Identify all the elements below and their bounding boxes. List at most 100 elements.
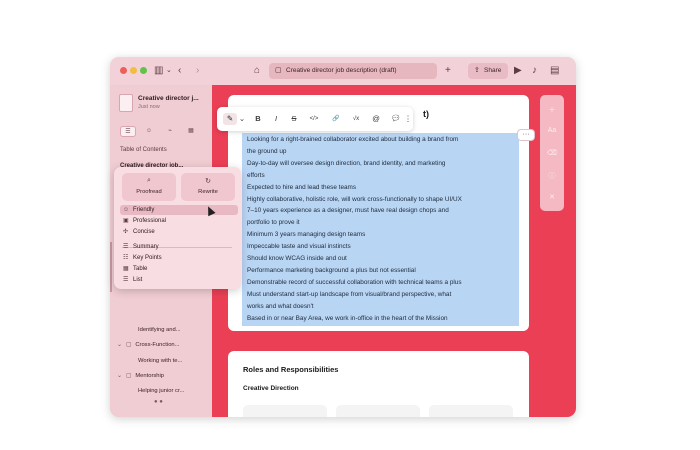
title-bar: ▥ ⌄ ‹ › ⌂ ▢ Creative director job descri… [110,57,576,85]
sidebar-item-working-with[interactable]: Working with te... [138,358,182,364]
sidebar-scrollbar[interactable] [110,242,112,292]
home-icon[interactable]: ⌂ [254,64,260,77]
back-icon[interactable]: ‹ [178,64,181,77]
bold-icon[interactable]: B [251,113,265,125]
friendly-option[interactable]: ☺ Friendly [120,205,238,215]
roles-heading: Roles and Responsibilities [243,365,339,374]
sidebar-item-label: Mentorship [135,373,165,379]
sidebar-item-label: Working with te... [138,358,183,364]
close-window-button[interactable] [120,67,127,74]
document-thumbnail[interactable] [119,94,133,112]
selected-text-line[interactable]: Looking for a right-brained collaborator… [247,135,458,145]
table-label: Table [133,266,148,272]
mention-icon[interactable]: @ [369,113,383,125]
list-option[interactable]: ☰ List [120,275,238,285]
present-icon[interactable]: ▶ [514,64,522,77]
disclosure-chevron-icon[interactable]: ⌄ [117,373,122,379]
selected-text-line[interactable]: Impeccable taste and visual instincts [247,242,351,252]
table-icon: ▦ [123,266,129,272]
selected-text-line[interactable]: the ground up [247,147,286,157]
link-icon[interactable]: 🔗 [329,113,343,125]
italic-icon[interactable]: I [269,113,283,125]
table-option[interactable]: ▦ Table [120,264,238,274]
content-tile[interactable] [429,405,513,417]
share-label: Share [484,67,502,74]
sidebar-toggle-icon[interactable]: ▥ [154,64,163,77]
disclosure-chevron-icon[interactable]: ⌄ [117,342,122,348]
calendar-view-icon[interactable]: ▦ [183,126,199,137]
rewrite-icon: ↻ [205,178,211,185]
concise-icon: ✣ [123,229,129,235]
sidebar-item-label: Helping junior cr... [138,388,185,394]
notifications-off-icon[interactable]: ♪ [532,64,537,77]
magnifier-icon: ⌕ [147,177,151,184]
forward-icon[interactable]: › [196,64,199,77]
selected-text-line[interactable]: Day-to-day will oversee design direction… [247,159,445,169]
minimize-window-button[interactable] [130,67,137,74]
page-dots-icon[interactable]: ● ● [154,399,163,405]
sidebar-item-label: Cross-Function... [135,342,180,348]
window-layout-icon[interactable]: ▤ [550,64,559,77]
concise-option[interactable]: ✣ Concise [120,227,238,237]
summary-label: Summary [133,244,159,250]
chevron-down-icon[interactable]: ⌄ [235,113,249,125]
selected-text-line[interactable]: 7–10 years experience as a designer, mus… [247,206,449,216]
share-button[interactable]: ⇪ Share [468,63,508,79]
smiley-icon: ☺ [123,207,130,213]
rewrite-label: Rewrite [198,189,218,195]
selected-text-line[interactable]: works and what doesn't [247,302,314,312]
sidebar-document-title[interactable]: Creative director j... [138,95,199,102]
close-icon[interactable]: ✕ [540,193,564,201]
selected-text-line[interactable]: portfolio to prove it [247,218,300,228]
selected-text-line[interactable]: efforts [247,171,265,181]
selected-text-line[interactable]: Based in or near Bay Area, we work in-of… [247,314,448,324]
sidebar-item-cross-functional[interactable]: ⌄ ▢ Cross-Function... [117,342,179,348]
sidebar-item-helping-junior[interactable]: Helping junior cr... [138,388,184,394]
selected-text-line[interactable]: Demonstrable record of successful collab… [247,278,462,288]
roles-card[interactable]: Roles and Responsibilities Creative Dire… [228,351,529,417]
text-style-icon[interactable]: Aa [540,127,564,134]
summary-option[interactable]: ☰ Summary [120,242,238,252]
sidebar-item-mentorship[interactable]: ⌄ ▢ Mentorship [117,373,164,379]
content-tile[interactable] [243,405,327,417]
chevron-down-icon[interactable]: ⌄ [166,64,172,77]
selected-text-line[interactable]: Minimum 3 years managing design teams [247,230,365,240]
math-icon[interactable]: √x [349,113,363,125]
selected-text-line[interactable]: Expected to hire and lead these teams [247,183,356,193]
professional-option[interactable]: ▣ Professional [120,216,238,226]
document-tab-title: Creative director job description (draft… [286,67,397,74]
zoom-window-button[interactable] [140,67,147,74]
sidebar-item-label: Identifying and... [138,327,181,333]
doc-small-icon: ▢ [125,373,132,379]
key-points-label: Key Points [133,255,162,261]
add-tab-icon[interactable]: + [445,64,451,77]
selected-text-line[interactable]: Must understand start-up landscape from … [247,290,451,300]
sidebar-document-subtitle: Just now [138,104,160,110]
attachments-view-icon[interactable]: ⌁ [162,126,178,137]
plus-icon[interactable]: ＋ [540,105,564,115]
selected-text-line[interactable]: Highly collaborative, holistic role, wil… [247,195,462,205]
sidebar-item-identifying[interactable]: Identifying and... [138,327,181,333]
more-icon[interactable]: ⋮ [401,113,415,125]
document-tab[interactable]: ▢ Creative director job description (dra… [269,63,437,79]
professional-label: Professional [133,218,167,224]
comments-view-icon[interactable]: ☺ [141,126,157,137]
document-canvas: t) Looking for a right-brained collabora… [212,85,576,417]
key-points-option[interactable]: ☷ Key Points [120,253,238,263]
rewrite-button[interactable]: ↻ Rewrite [181,173,235,201]
strikethrough-icon[interactable]: S [287,113,301,125]
outline-view-icon[interactable]: ☰ [120,126,136,137]
content-tile[interactable] [336,405,420,417]
selected-text-line[interactable]: Performance marketing background a plus … [247,266,416,276]
concise-label: Concise [133,229,155,235]
info-icon[interactable]: ⓘ [540,171,564,181]
code-icon[interactable]: </> [307,113,321,125]
selected-text-line[interactable]: Should know WCAG inside and out [247,254,347,264]
friendly-label: Friendly [133,207,155,213]
trash-icon[interactable]: ⌫ [540,149,564,157]
block-more-button[interactable]: ··· [517,129,535,141]
proofread-button[interactable]: ⌕ Proofread [122,173,176,201]
key-points-icon: ☷ [123,255,129,261]
formatting-toolbar: ✎ ⌄ B I S </> 🔗 √x @ 💬 ⋮ [217,107,413,131]
document-icon: ▢ [275,67,282,74]
